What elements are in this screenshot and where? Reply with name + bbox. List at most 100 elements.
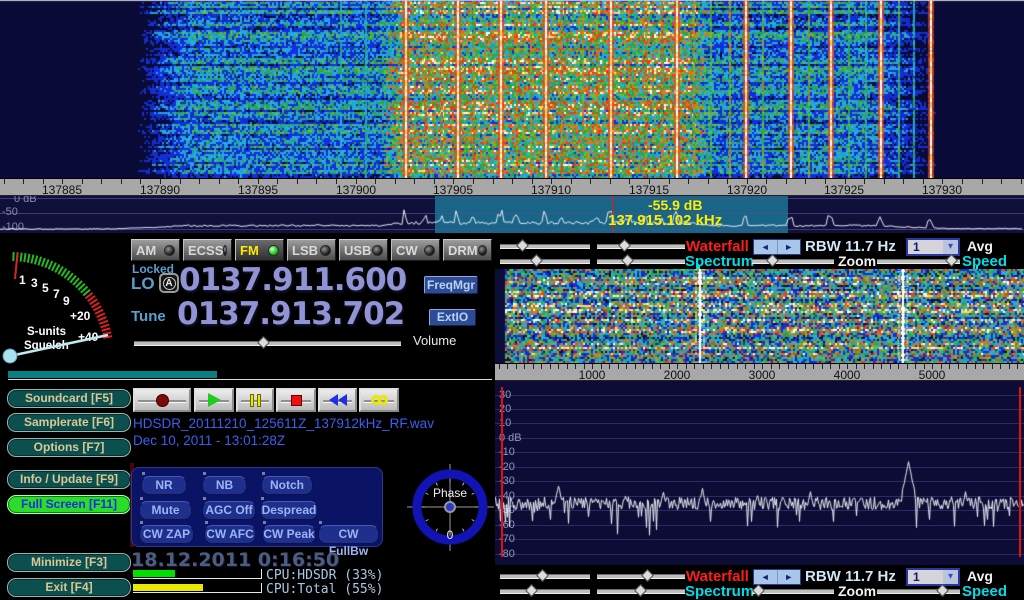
rf-waterfall[interactable] bbox=[0, 0, 1024, 178]
scale-tick bbox=[101, 179, 102, 184]
audio-frequency-scale[interactable]: 1000 2000 3000 4000 5000 bbox=[495, 363, 1024, 381]
smeter-tick: +20 bbox=[70, 309, 91, 323]
slider-thumb[interactable] bbox=[634, 584, 647, 597]
lo-auto-label: A bbox=[163, 277, 176, 290]
cw-fullbw-button[interactable]: CW FullBw bbox=[318, 525, 379, 544]
audio-tick-label: 5000 bbox=[919, 368, 946, 382]
chevron-down-icon[interactable]: ▾ bbox=[943, 240, 958, 254]
slider-thumb[interactable] bbox=[536, 569, 549, 582]
spin-right-icon[interactable]: ► bbox=[777, 570, 801, 584]
avg-select-bottom[interactable]: 1▾ bbox=[906, 568, 960, 586]
exit-button[interactable]: Exit [F4] bbox=[7, 578, 131, 597]
mode-lsb[interactable]: LSB bbox=[287, 239, 336, 261]
nr-button[interactable]: NR bbox=[141, 476, 187, 495]
play-button[interactable] bbox=[194, 388, 234, 412]
waterfall-contrast-slider-top[interactable] bbox=[597, 240, 685, 253]
chevron-down-icon[interactable]: ▾ bbox=[943, 570, 958, 584]
scale-tick bbox=[805, 364, 806, 369]
full-screen-button[interactable]: Full Screen [F11] bbox=[7, 495, 131, 514]
zoom-slider-bottom[interactable] bbox=[752, 585, 834, 598]
slider-thumb[interactable] bbox=[516, 239, 529, 252]
stop-button[interactable] bbox=[276, 388, 316, 412]
mode-cw[interactable]: CW bbox=[391, 239, 440, 261]
cw-zap-button[interactable]: CW ZAP bbox=[139, 525, 194, 544]
cpu-hdsdr-bar bbox=[133, 569, 262, 579]
cw-peak-button[interactable]: CW Peak bbox=[262, 525, 316, 544]
rf-frequency-scale[interactable]: 137885 137890 137895 137900 137905 13791… bbox=[0, 178, 1024, 196]
extio-button[interactable]: ExtIO bbox=[429, 309, 476, 326]
mode-am[interactable]: AM bbox=[131, 239, 180, 261]
spectrum-range-slider-top[interactable] bbox=[500, 255, 590, 268]
samplerate-button[interactable]: Samplerate [F6] bbox=[7, 413, 131, 432]
slider-thumb[interactable] bbox=[525, 584, 538, 597]
tune-frequency-display[interactable]: 0137.913.702 bbox=[177, 296, 404, 332]
slider-thumb[interactable] bbox=[622, 254, 635, 267]
info-update-button[interactable]: Info / Update [F9] bbox=[7, 470, 131, 489]
slider-thumb[interactable] bbox=[531, 254, 544, 267]
options-button[interactable]: Options [F7] bbox=[7, 438, 131, 457]
rf-spectrum-strip[interactable]: 0 dB -50 -100 -55.9 dB 137.915.102 kHz bbox=[0, 196, 1024, 233]
scale-tick bbox=[711, 364, 712, 369]
scale-tick bbox=[975, 364, 976, 369]
soundcard-button[interactable]: Soundcard [F5] bbox=[7, 389, 131, 408]
scale-tick bbox=[652, 364, 653, 369]
lo-auto-button[interactable]: A bbox=[159, 273, 179, 293]
rbw-spinner-bottom[interactable]: ◄► bbox=[753, 569, 801, 585]
cpu-total-label: CPU:Total (55%) bbox=[266, 582, 383, 597]
volume-slider[interactable] bbox=[134, 337, 401, 350]
pause-button[interactable] bbox=[236, 388, 274, 412]
scale-tick bbox=[375, 179, 376, 184]
agc-button[interactable]: AGC Off bbox=[202, 501, 256, 520]
recording-filename: HDSDR_20111210_125611Z_137912kHz_RF.wav bbox=[133, 416, 434, 431]
slider-thumb[interactable] bbox=[641, 569, 654, 582]
freqmgr-button[interactable]: FreqMgr bbox=[424, 276, 478, 294]
squelch-level-bar[interactable] bbox=[8, 371, 217, 378]
record-button[interactable] bbox=[133, 388, 191, 412]
mode-usb[interactable]: USB bbox=[339, 239, 388, 261]
rewind-button[interactable] bbox=[318, 388, 357, 412]
rbw-spinner-top[interactable]: ◄► bbox=[753, 239, 801, 255]
scale-tick bbox=[796, 364, 797, 369]
cpu-total-bar bbox=[133, 583, 262, 593]
waterfall-contrast-slider-bottom[interactable] bbox=[597, 570, 685, 583]
slider-thumb[interactable] bbox=[767, 254, 780, 267]
scale-tick bbox=[845, 179, 846, 184]
audio-waterfall[interactable] bbox=[495, 269, 1024, 363]
scale-tick bbox=[219, 179, 220, 184]
scale-tick bbox=[473, 179, 474, 184]
spectrum-range-slider-bottom[interactable] bbox=[500, 585, 590, 598]
speed-slider-top[interactable] bbox=[877, 255, 960, 268]
zoom-slider-top[interactable] bbox=[752, 255, 834, 268]
scale-tick bbox=[864, 364, 865, 369]
slider-thumb[interactable] bbox=[618, 239, 631, 252]
waterfall-brightness-slider-bottom[interactable] bbox=[500, 570, 590, 583]
scale-tick bbox=[258, 179, 259, 184]
spin-left-icon[interactable]: ◄ bbox=[754, 240, 777, 254]
smeter-caption: S-units bbox=[27, 326, 66, 338]
nb-button[interactable]: NB bbox=[202, 476, 247, 495]
speed-slider-bottom[interactable] bbox=[877, 585, 960, 598]
slider-thumb[interactable] bbox=[936, 584, 949, 597]
mode-drm[interactable]: DRM bbox=[443, 239, 492, 261]
mute-button[interactable]: Mute bbox=[139, 501, 192, 520]
smeter-knob[interactable] bbox=[3, 349, 17, 363]
scale-tick bbox=[140, 179, 141, 184]
slider-thumb[interactable] bbox=[752, 584, 765, 597]
passband-edge-right bbox=[1019, 387, 1021, 557]
spin-right-icon[interactable]: ► bbox=[777, 240, 801, 254]
slider-thumb[interactable] bbox=[258, 336, 271, 349]
loop-button[interactable] bbox=[359, 388, 399, 412]
mode-fm[interactable]: FM bbox=[235, 239, 284, 261]
avg-select-top[interactable]: 1▾ bbox=[906, 238, 960, 256]
despread-button[interactable]: Despread bbox=[260, 501, 318, 520]
minimize-button[interactable]: Minimize [F3] bbox=[7, 553, 131, 572]
spin-left-icon[interactable]: ◄ bbox=[754, 570, 777, 584]
waterfall-brightness-slider-top[interactable] bbox=[500, 240, 590, 253]
mode-ecss[interactable]: ECSS bbox=[183, 239, 232, 261]
cw-afc-button[interactable]: CW AFC bbox=[204, 525, 256, 544]
spectrum-offset-slider-bottom[interactable] bbox=[597, 585, 685, 598]
notch-button[interactable]: Notch bbox=[261, 476, 313, 495]
slider-thumb[interactable] bbox=[945, 254, 958, 267]
lo-frequency-display[interactable]: 0137.911.600 bbox=[179, 262, 406, 298]
spectrum-offset-slider-top[interactable] bbox=[597, 255, 685, 268]
